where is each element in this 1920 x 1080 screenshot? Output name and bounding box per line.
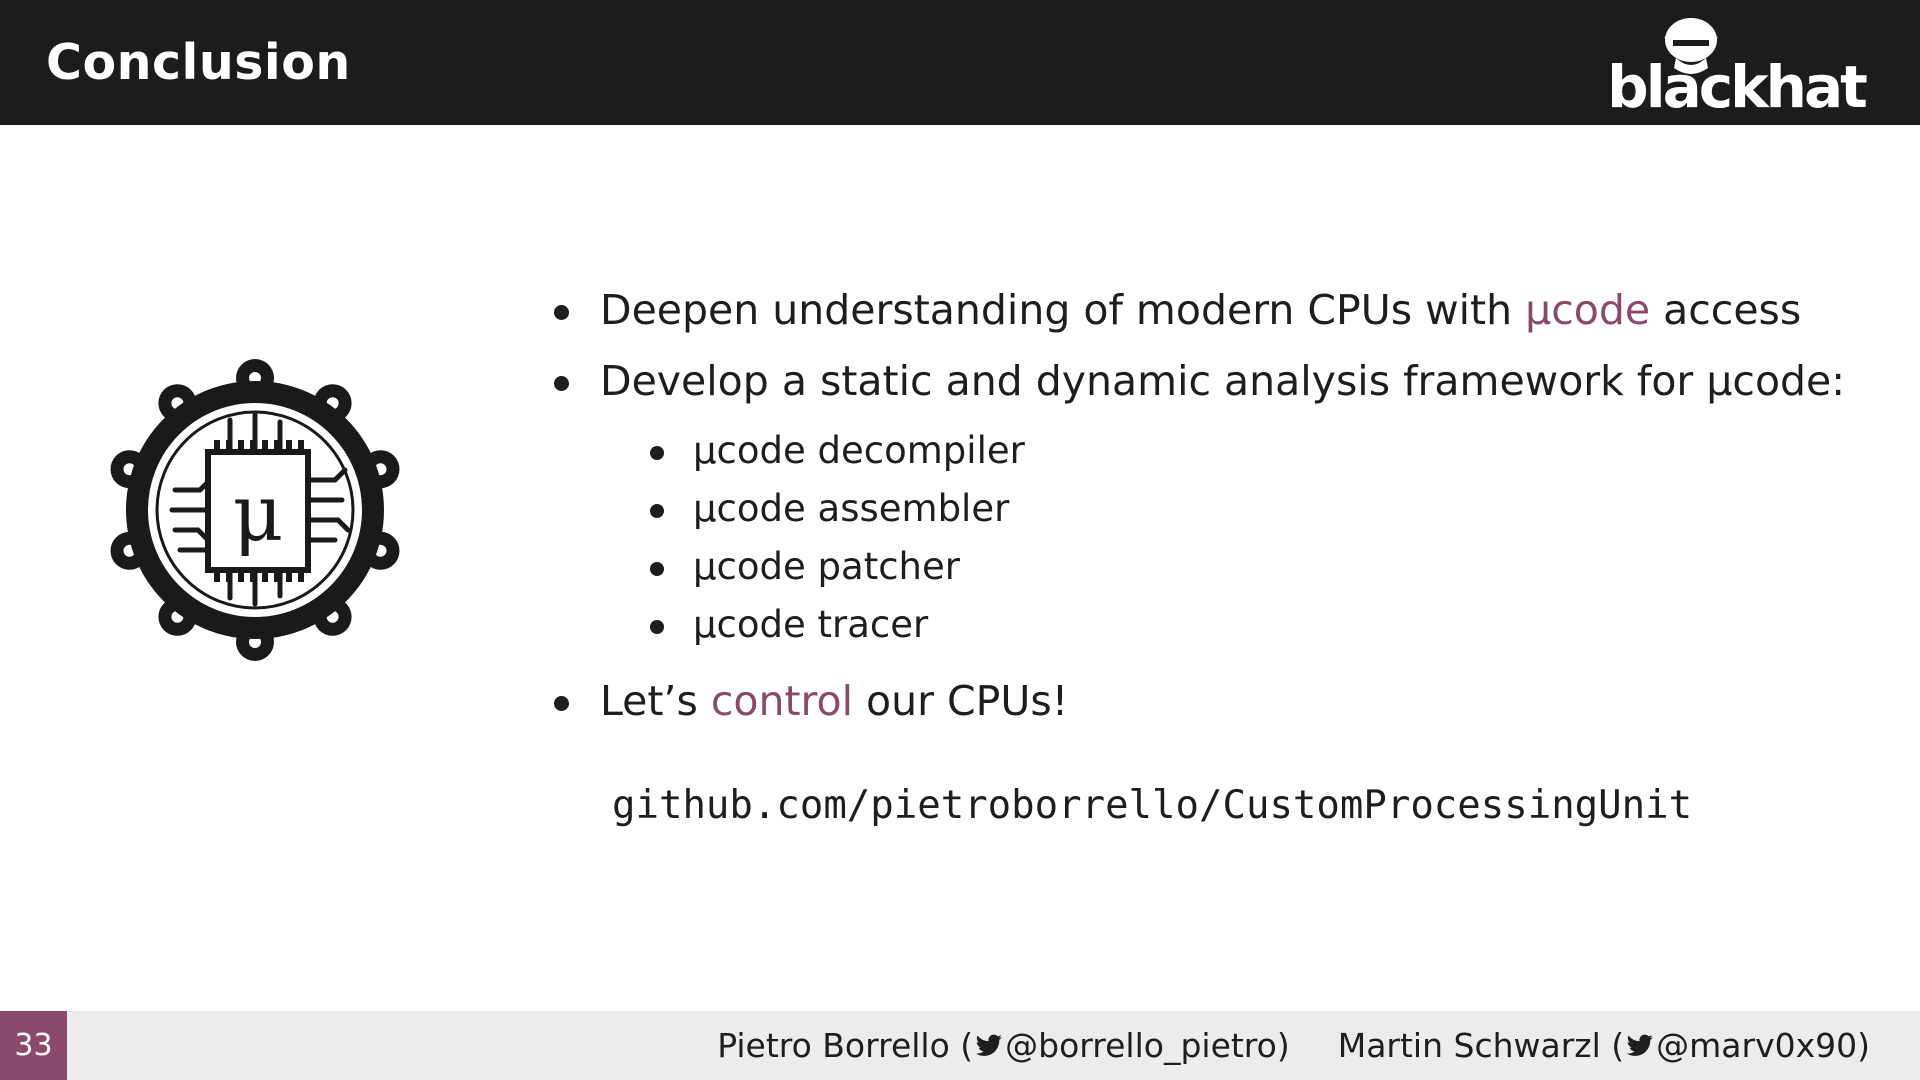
bullet-dot xyxy=(554,305,569,320)
slide-header: Conclusion blackhat xyxy=(0,0,1920,125)
twitter-bird-icon xyxy=(975,1034,1003,1056)
bullet-item: Develop a static and dynamic analysis fr… xyxy=(554,357,1845,405)
bullet-dot xyxy=(554,376,569,391)
accent-text: µcode xyxy=(1525,286,1651,334)
repo-link[interactable]: github.com/pietroborrello/CustomProcessi… xyxy=(612,783,1692,828)
accent-text: control xyxy=(710,677,853,725)
page-number: 33 xyxy=(0,1011,67,1080)
svg-text:blackhat: blackhat xyxy=(1607,53,1867,115)
bullet-dot xyxy=(650,620,664,634)
processor-gear-emblem-icon: μ xyxy=(110,359,400,661)
twitter-bird-icon xyxy=(1626,1034,1654,1056)
sub-bullet-item: µcode decompiler xyxy=(650,429,1025,472)
author-pietro: Pietro Borrello ( @borrello_pietro ) xyxy=(717,1026,1290,1065)
bullet-item: Deepen understanding of modern CPUs with… xyxy=(554,286,1801,334)
slide-footer: 33 Pietro Borrello ( @borrello_pietro ) … xyxy=(0,1011,1920,1080)
slide-title: Conclusion xyxy=(46,34,351,91)
sub-bullet-item: µcode patcher xyxy=(650,545,960,588)
svg-text:μ: μ xyxy=(233,469,284,559)
bullet-dot xyxy=(650,562,664,576)
bullet-dot xyxy=(650,504,664,518)
sub-bullet-item: µcode tracer xyxy=(650,603,928,646)
authors-line: Pietro Borrello ( @borrello_pietro ) Mar… xyxy=(717,1026,1870,1065)
blackhat-logo: blackhat xyxy=(1607,18,1870,115)
bullet-dot xyxy=(650,446,664,460)
sub-bullet-item: µcode assembler xyxy=(650,487,1009,530)
bullet-item: Let’s control our CPUs! xyxy=(554,677,1068,725)
author-martin: Martin Schwarzl ( @marv0x90 ) xyxy=(1337,1026,1870,1065)
bullet-dot xyxy=(554,696,569,711)
